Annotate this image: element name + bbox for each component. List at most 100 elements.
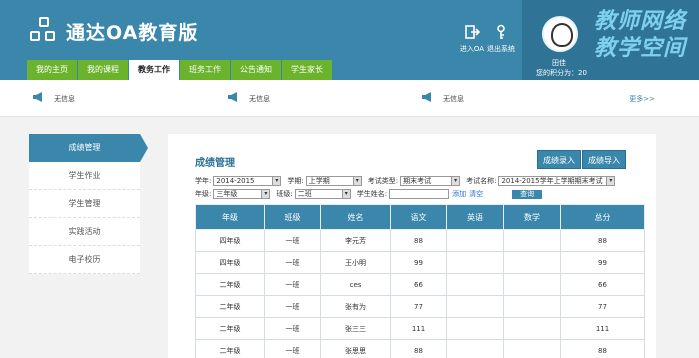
cell-chinese: 111 <box>390 317 447 340</box>
student-name-label: 学生姓名: <box>356 190 388 198</box>
class-select[interactable]: 二班 <box>294 189 351 199</box>
term-label: 学期: <box>287 177 304 185</box>
cell-chinese: 99 <box>390 251 447 274</box>
cell-chinese: 88 <box>390 229 447 252</box>
cell-name: 王小明 <box>320 251 391 274</box>
cell-chinese: 66 <box>390 273 447 296</box>
term-select[interactable]: 上学期 <box>305 176 362 186</box>
notice-item[interactable]: 无信息 <box>228 92 270 104</box>
sidebar-item-homework[interactable]: 学生作业 <box>29 162 140 190</box>
exam-type-label: 考试类型: <box>367 177 399 185</box>
cell-math <box>503 339 561 358</box>
cell-name: 张思思 <box>320 339 391 358</box>
exam-name-select[interactable]: 2014-2015学年上学期期末考试 <box>498 176 616 186</box>
cell-grade: 二年级 <box>195 339 265 358</box>
user-points: 您的积分为：20 <box>536 69 587 77</box>
user-name: 田佳 <box>552 59 566 67</box>
cell-grade: 四年级 <box>195 251 265 274</box>
table-row[interactable]: 二年级 一班 张三三 111 111 <box>195 317 645 340</box>
column-header-name[interactable]: 姓名 <box>320 204 391 230</box>
cell-class: 一班 <box>264 339 321 358</box>
notice-item[interactable]: 无信息 <box>422 92 464 104</box>
sidebar-item-calendar[interactable]: 电子校历 <box>29 246 140 274</box>
column-header-math[interactable]: 数学 <box>503 204 561 230</box>
main-nav: 我的主页 我的课程 教务工作 班务工作 公告通知 学生家长 <box>27 60 333 80</box>
add-link[interactable]: 添加 <box>452 189 466 199</box>
cell-english <box>446 229 504 252</box>
cell-grade: 二年级 <box>195 317 265 340</box>
filter-row-2: 年级: 三年级 班级: 二班 学生姓名: 添加 清空 查询 <box>195 189 543 199</box>
nav-parents[interactable]: 学生家长 <box>282 60 332 80</box>
sidebar-item-student-management[interactable]: 学生管理 <box>29 190 140 218</box>
column-header-chinese[interactable]: 语文 <box>390 204 447 230</box>
logout-label: 退出系统 <box>487 45 515 53</box>
table-header-row: 年级 班级 姓名 语文 英语 数学 总分 <box>195 204 645 230</box>
table-row[interactable]: 二年级 一班 张有为 77 77 <box>195 295 645 318</box>
cell-class: 一班 <box>264 273 321 296</box>
cell-math <box>503 317 561 340</box>
cell-grade: 二年级 <box>195 295 265 318</box>
table-row[interactable]: 二年级 一班 张思思 88 88 <box>195 339 645 358</box>
grade-select[interactable]: 三年级 <box>213 189 271 199</box>
query-button[interactable]: 查询 <box>512 189 543 199</box>
column-header-class[interactable]: 班级 <box>264 204 321 230</box>
nav-academic-affairs[interactable]: 教务工作 <box>129 60 179 80</box>
grade-label: 年级: <box>195 190 212 198</box>
cell-math <box>503 251 561 274</box>
megaphone-icon <box>33 92 42 102</box>
header: 通达OA教育版 进入OA 退出系统 田佳 您的积分为：20 教师网络 教学空间 … <box>0 0 699 80</box>
cell-chinese: 77 <box>390 295 447 318</box>
cell-total: 88 <box>560 229 645 252</box>
score-entry-button[interactable]: 成绩录入 <box>537 150 581 169</box>
table-row[interactable]: 四年级 一班 李元芳 88 88 <box>195 229 645 252</box>
column-header-grade[interactable]: 年级 <box>195 204 265 230</box>
watermark-logo: 教师网络 教学空间 <box>594 8 686 62</box>
main-panel: 成绩管理 成绩录入 成绩导入 学年: 2014-2015 学期: 上学期 考试类… <box>168 134 656 358</box>
score-import-button[interactable]: 成绩导入 <box>582 150 626 169</box>
cell-english <box>446 295 504 318</box>
megaphone-icon <box>228 92 237 102</box>
cell-chinese: 88 <box>390 339 447 358</box>
megaphone-icon <box>422 92 431 102</box>
class-label: 班级: <box>276 190 293 198</box>
column-header-english[interactable]: 英语 <box>446 204 504 230</box>
student-name-input[interactable] <box>389 189 450 199</box>
nav-home[interactable]: 我的主页 <box>27 60 77 80</box>
nav-my-courses[interactable]: 我的课程 <box>78 60 128 80</box>
notice-item[interactable]: 无信息 <box>33 92 75 104</box>
page-title: 成绩管理 <box>195 158 235 169</box>
cell-name: 李元芳 <box>320 229 391 252</box>
notice-text: 无信息 <box>443 95 464 103</box>
table-row[interactable]: 四年级 一班 王小明 99 99 <box>195 251 645 274</box>
table-row[interactable]: 二年级 一班 ces 66 66 <box>195 273 645 296</box>
avatar[interactable] <box>542 16 578 52</box>
cell-class: 一班 <box>264 251 321 274</box>
nav-announcements[interactable]: 公告通知 <box>231 60 281 80</box>
filter-row-1: 学年: 2014-2015 学期: 上学期 考试类型: 期末考试 考试名称: 2… <box>195 176 621 186</box>
user-panel: 田佳 您的积分为：20 教师网络 教学空间 <box>522 0 699 80</box>
cell-english <box>446 273 504 296</box>
cell-total: 111 <box>560 317 645 340</box>
exam-type-select[interactable]: 期末考试 <box>400 176 461 186</box>
sidebar-item-practice[interactable]: 实践活动 <box>29 218 140 246</box>
clear-link[interactable]: 清空 <box>469 189 483 199</box>
cell-math <box>503 295 561 318</box>
notice-text: 无信息 <box>249 95 270 103</box>
cell-name: 张有为 <box>320 295 391 318</box>
column-header-total[interactable]: 总分 <box>560 204 645 230</box>
sidebar: 成绩管理 学生作业 学生管理 实践活动 电子校历 <box>29 134 148 274</box>
cell-english <box>446 317 504 340</box>
cell-english <box>446 251 504 274</box>
cell-total: 99 <box>560 251 645 274</box>
cell-class: 一班 <box>264 317 321 340</box>
sidebar-item-score-management[interactable]: 成绩管理 <box>29 134 148 162</box>
nav-class-affairs[interactable]: 班务工作 <box>180 60 230 80</box>
exam-name-label: 考试名称: <box>466 177 497 185</box>
cell-total: 77 <box>560 295 645 318</box>
year-select[interactable]: 2014-2015 <box>213 176 282 186</box>
more-link[interactable]: 更多>> <box>629 94 655 104</box>
cell-class: 一班 <box>264 295 321 318</box>
logout-button[interactable]: 退出系统 <box>484 24 518 54</box>
cell-grade: 四年级 <box>195 229 265 252</box>
watermark-line-2: 教学空间 <box>594 35 687 61</box>
